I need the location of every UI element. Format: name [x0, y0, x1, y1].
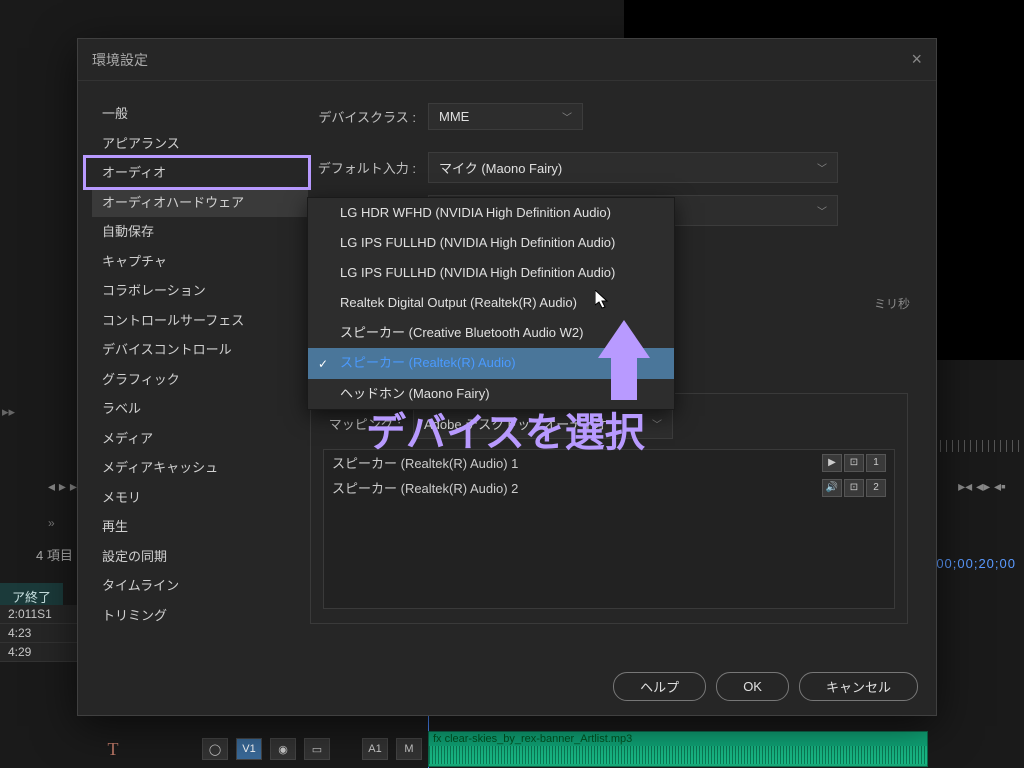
- project-rows: 2:011S1 4:23 4:29: [0, 605, 78, 662]
- route-icon[interactable]: ⊡: [844, 454, 864, 472]
- mapping-list: スピーカー (Realtek(R) Audio) 1 ▶ ⊡ 1 スピーカー (…: [323, 449, 895, 609]
- collapse-icon[interactable]: ▸▸: [2, 404, 15, 420]
- device-class-dropdown[interactable]: MME ﹀: [428, 103, 583, 130]
- check-icon: ✓: [318, 354, 328, 374]
- preferences-main: デバイスクラス : MME ﹀ デフォルト入力 : マイク (Maono Fai…: [308, 81, 936, 671]
- clip-name: clear-skies_by_rex-banner_Artlist.mp3: [445, 733, 633, 745]
- latency-unit: ミリ秒: [874, 295, 910, 312]
- mapping-row[interactable]: スピーカー (Realtek(R) Audio) 2 🔊 ⊡ 2: [324, 475, 894, 500]
- cancel-button[interactable]: キャンセル: [799, 672, 918, 701]
- output-option[interactable]: ヘッドホン (Maono Fairy): [308, 379, 674, 409]
- sidebar-item-autosave[interactable]: 自動保存: [92, 217, 308, 247]
- output-option[interactable]: LG IPS FULLHD (NVIDIA High Definition Au…: [308, 228, 674, 258]
- mapping-row-label: スピーカー (Realtek(R) Audio) 2: [332, 478, 518, 497]
- output-option-selected[interactable]: ✓ スピーカー (Realtek(R) Audio): [308, 348, 674, 378]
- ok-button[interactable]: OK: [716, 672, 789, 701]
- ruler-ticks: [934, 440, 1024, 452]
- help-button[interactable]: ヘルプ: [613, 672, 706, 701]
- play-icon[interactable]: ▶: [822, 454, 842, 472]
- preferences-sidebar: 一般 アピアランス オーディオ オーディオハードウェア 自動保存 キャプチャ コ…: [78, 81, 308, 671]
- dialog-titlebar: 環境設定 ×: [78, 39, 936, 81]
- preferences-dialog: 環境設定 × 一般 アピアランス オーディオ オーディオハードウェア 自動保存 …: [77, 38, 937, 716]
- sidebar-item-collaboration[interactable]: コラボレーション: [92, 276, 308, 306]
- mapping-value: Adobe デスクトップオーディオ: [424, 414, 607, 433]
- project-row[interactable]: 2:011S1: [0, 605, 78, 624]
- sidebar-item-memory[interactable]: メモリ: [92, 483, 308, 513]
- default-input-dropdown[interactable]: マイク (Maono Fairy) ﹀: [428, 152, 838, 183]
- type-tool-icon[interactable]: T: [100, 736, 126, 762]
- device-class-value: MME: [439, 109, 469, 124]
- sidebar-item-labels[interactable]: ラベル: [92, 394, 308, 424]
- default-input-value: マイク (Maono Fairy): [439, 158, 562, 177]
- sidebar-item-general[interactable]: 一般: [92, 99, 308, 129]
- default-input-label: デフォルト入力 :: [308, 158, 428, 177]
- sidebar-item-sync-settings[interactable]: 設定の同期: [92, 542, 308, 572]
- mapping-label: マッピング :: [323, 414, 413, 433]
- items-count: 4 項目: [36, 545, 73, 564]
- sidebar-item-media-cache[interactable]: メディアキャッシュ: [92, 453, 308, 483]
- chevron-down-icon: ﹀: [562, 109, 572, 124]
- speaker-icon[interactable]: 🔊: [822, 479, 842, 497]
- mapping-row[interactable]: スピーカー (Realtek(R) Audio) 1 ▶ ⊡ 1: [324, 450, 894, 475]
- track-toggle-icon[interactable]: ◯: [202, 738, 228, 760]
- device-class-label: デバイスクラス :: [308, 107, 428, 126]
- cursor-icon: [595, 290, 611, 315]
- mute-button[interactable]: M: [396, 738, 422, 760]
- track-v1-button[interactable]: V1: [236, 738, 262, 760]
- timecode[interactable]: 00;00;20;00: [936, 556, 1016, 571]
- output-option-label: スピーカー (Realtek(R) Audio): [340, 355, 516, 370]
- track-toggle-icon[interactable]: ◉: [270, 738, 296, 760]
- waveform: [429, 746, 927, 764]
- sidebar-item-timeline[interactable]: タイムライン: [92, 571, 308, 601]
- track-a1-button[interactable]: A1: [362, 738, 388, 760]
- output-mapping-section: マッピング : Adobe デスクトップオーディオ ﹀ スピーカー (Realt…: [310, 393, 908, 624]
- chevron-down-icon: ﹀: [817, 160, 827, 175]
- route-icon[interactable]: ⊡: [844, 479, 864, 497]
- sidebar-item-device-control[interactable]: デバイスコントロール: [92, 335, 308, 365]
- sidebar-item-capture[interactable]: キャプチャ: [92, 247, 308, 277]
- sidebar-item-graphics[interactable]: グラフィック: [92, 365, 308, 395]
- sidebar-item-audio-hardware[interactable]: オーディオハードウェア: [92, 188, 308, 218]
- sidebar-item-playback[interactable]: 再生: [92, 512, 308, 542]
- track-toggle-icon[interactable]: ▭: [304, 738, 330, 760]
- channel-number[interactable]: 1: [866, 454, 886, 472]
- panel-tab-handle[interactable]: »: [48, 516, 55, 530]
- chevron-down-icon: ﹀: [652, 416, 662, 431]
- sidebar-item-appearance[interactable]: アピアランス: [92, 129, 308, 159]
- output-option[interactable]: スピーカー (Creative Bluetooth Audio W2): [308, 318, 674, 348]
- fx-badge: fx: [433, 733, 442, 745]
- sidebar-item-media[interactable]: メディア: [92, 424, 308, 454]
- sidebar-item-control-surface[interactable]: コントロールサーフェス: [92, 306, 308, 336]
- output-option[interactable]: LG HDR WFHD (NVIDIA High Definition Audi…: [308, 198, 674, 228]
- project-row[interactable]: 4:29: [0, 643, 78, 662]
- close-icon[interactable]: ×: [911, 49, 922, 70]
- sidebar-item-audio[interactable]: オーディオ: [92, 158, 308, 188]
- mapping-row-label: スピーカー (Realtek(R) Audio) 1: [332, 453, 518, 472]
- dialog-title: 環境設定: [92, 50, 148, 70]
- dialog-footer: ヘルプ OK キャンセル: [613, 672, 918, 701]
- sidebar-item-trimming[interactable]: トリミング: [92, 601, 308, 631]
- channel-number[interactable]: 2: [866, 479, 886, 497]
- output-option[interactable]: LG IPS FULLHD (NVIDIA High Definition Au…: [308, 258, 674, 288]
- transport-controls-right[interactable]: ▸◂ ◂▸ ◂▪: [958, 478, 1006, 495]
- mapping-dropdown[interactable]: Adobe デスクトップオーディオ ﹀: [413, 408, 673, 439]
- audio-clip[interactable]: fx clear-skies_by_rex-banner_Artlist.mp3: [428, 731, 928, 767]
- track-header-area: T ◯ V1 ◉ ▭ A1 M S: [100, 736, 456, 762]
- chevron-down-icon: ﹀: [817, 203, 827, 218]
- output-option[interactable]: Realtek Digital Output (Realtek(R) Audio…: [308, 288, 674, 318]
- project-row[interactable]: 4:23: [0, 624, 78, 643]
- default-output-menu[interactable]: LG HDR WFHD (NVIDIA High Definition Audi…: [307, 197, 675, 410]
